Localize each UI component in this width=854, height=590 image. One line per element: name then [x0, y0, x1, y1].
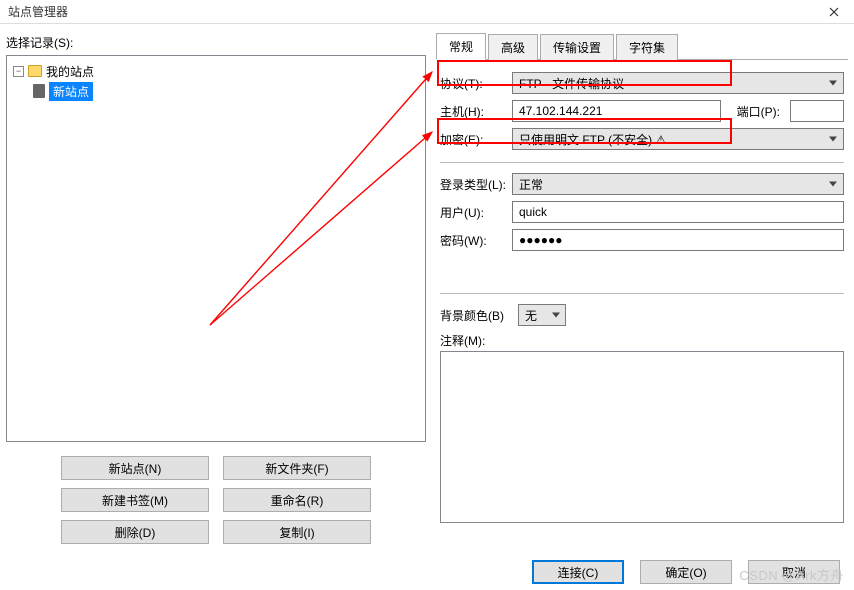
host-label: 主机(H): — [440, 103, 512, 120]
tab-transfer[interactable]: 传输设置 — [540, 34, 614, 60]
port-input[interactable] — [790, 100, 844, 122]
divider-2 — [440, 293, 844, 294]
logon-type-select[interactable]: 正常 — [512, 173, 844, 195]
folder-icon — [28, 65, 42, 77]
new-site-button[interactable]: 新站点(N) — [61, 456, 209, 480]
new-folder-button[interactable]: 新文件夹(F) — [223, 456, 371, 480]
password-input[interactable]: ●●●●●● — [512, 229, 844, 251]
tree-root-node[interactable]: − 我的站点 — [13, 62, 419, 80]
rename-button[interactable]: 重命名(R) — [223, 488, 371, 512]
comment-label: 注释(M): — [440, 332, 844, 349]
titlebar: 站点管理器 — [0, 0, 854, 24]
user-label: 用户(U): — [440, 204, 512, 221]
close-button[interactable] — [814, 0, 854, 24]
logon-type-label: 登录类型(L): — [440, 176, 512, 193]
protocol-label: 协议(T): — [440, 75, 512, 92]
connect-button[interactable]: 连接(C) — [532, 560, 624, 584]
copy-button[interactable]: 复制(I) — [223, 520, 371, 544]
bgcolor-select[interactable]: 无 — [518, 304, 566, 326]
password-label: 密码(W): — [440, 232, 512, 249]
port-label: 端口(P): — [737, 103, 780, 120]
footer-buttons: 连接(C) 确定(O) 取消 — [532, 560, 840, 584]
collapse-icon[interactable]: − — [13, 66, 24, 77]
encryption-select[interactable]: 只使用明文 FTP (不安全) ⚠ — [512, 128, 844, 150]
cancel-button[interactable]: 取消 — [748, 560, 840, 584]
tab-advanced[interactable]: 高级 — [488, 34, 538, 60]
user-value: quick — [519, 205, 547, 219]
host-value: 47.102.144.221 — [519, 104, 602, 118]
protocol-select[interactable]: FTP - 文件传输协议 — [512, 72, 844, 94]
logon-type-value: 正常 — [519, 176, 543, 193]
bgcolor-label: 背景颜色(B) — [440, 307, 518, 324]
tab-general[interactable]: 常规 — [436, 33, 486, 60]
window-title: 站点管理器 — [8, 3, 68, 20]
server-icon — [33, 84, 45, 98]
tree-site-node[interactable]: 新站点 — [13, 82, 419, 100]
select-record-label: 选择记录(S): — [6, 34, 426, 51]
tab-charset[interactable]: 字符集 — [616, 34, 678, 60]
protocol-value: FTP - 文件传输协议 — [519, 75, 624, 92]
tree-root-label: 我的站点 — [46, 63, 94, 80]
user-input[interactable]: quick — [512, 201, 844, 223]
delete-button[interactable]: 删除(D) — [61, 520, 209, 544]
tab-bar: 常规 高级 传输设置 字符集 — [436, 34, 848, 60]
bgcolor-value: 无 — [525, 307, 537, 324]
encryption-value: 只使用明文 FTP (不安全) ⚠ — [519, 131, 666, 148]
divider — [440, 162, 844, 163]
site-tree[interactable]: − 我的站点 新站点 — [6, 55, 426, 442]
comment-textarea[interactable] — [440, 351, 844, 523]
encryption-label: 加密(E): — [440, 131, 512, 148]
new-bookmark-button[interactable]: 新建书签(M) — [61, 488, 209, 512]
host-input[interactable]: 47.102.144.221 — [512, 100, 721, 122]
close-icon — [829, 7, 839, 17]
password-value: ●●●●●● — [519, 233, 563, 247]
tree-site-label: 新站点 — [49, 82, 93, 101]
ok-button[interactable]: 确定(O) — [640, 560, 732, 584]
